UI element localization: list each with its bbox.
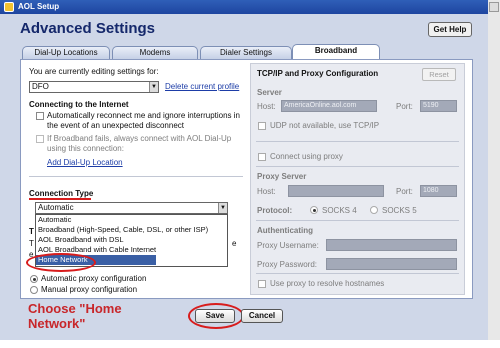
- udp-checkbox[interactable]: [258, 122, 266, 130]
- auto-proxy-radio[interactable]: [30, 275, 38, 283]
- resolve-hostnames-label: Use proxy to resolve hostnames: [270, 279, 385, 288]
- annotation-circle-save: [188, 303, 244, 329]
- connecting-heading: Connecting to the Internet: [29, 100, 129, 109]
- auto-reconnect-checkbox[interactable]: [36, 112, 44, 120]
- connection-type-heading: Connection Type: [29, 189, 94, 198]
- auto-reconnect-label-2: the event of an unexpected disconnect: [47, 121, 184, 130]
- tcpip-heading: TCP/IP and Proxy Configuration: [257, 69, 379, 78]
- close-icon[interactable]: [489, 2, 499, 12]
- proxy-port-label: Port:: [396, 187, 413, 196]
- hidden-partial-text: T: [29, 227, 34, 236]
- divider: [29, 176, 243, 177]
- title-bar: AOL Setup: [0, 0, 488, 14]
- aol-setup-window: AOL Setup Advanced Settings Get Help Dia…: [0, 0, 500, 348]
- delete-profile-link[interactable]: Delete current profile: [165, 82, 239, 91]
- proxy-password-input[interactable]: [326, 258, 457, 270]
- tab-broadband[interactable]: Broadband: [292, 44, 380, 60]
- background-window-edge: [488, 0, 500, 348]
- host-input[interactable]: AmericaOnline.aol.com: [281, 100, 377, 112]
- socks5-radio[interactable]: [370, 206, 378, 214]
- cancel-button[interactable]: Cancel: [241, 309, 283, 323]
- editing-label: You are currently editing settings for:: [29, 67, 159, 76]
- manual-proxy-label: Manual proxy configuration: [41, 285, 138, 294]
- socks4-label: SOCKS 4: [322, 206, 357, 215]
- connect-proxy-label: Connect using proxy: [270, 152, 343, 161]
- protocol-label: Protocol:: [257, 206, 293, 215]
- location-select[interactable]: DFO ▼: [29, 81, 159, 93]
- annotation-circle-home-network: [26, 253, 96, 272]
- window-title: AOL Setup: [18, 2, 60, 11]
- get-help-button[interactable]: Get Help: [428, 22, 472, 37]
- tab-dial-up-locations[interactable]: Dial-Up Locations: [22, 46, 110, 59]
- proxy-username-label: Proxy Username:: [257, 241, 319, 250]
- reset-button[interactable]: Reset: [422, 68, 456, 81]
- dropdown-option-automatic[interactable]: Automatic: [36, 215, 227, 225]
- background-page-strip: [0, 340, 500, 348]
- auto-proxy-label: Automatic proxy configuration: [41, 274, 147, 283]
- manual-proxy-radio[interactable]: [30, 286, 38, 294]
- aol-logo-icon: [4, 2, 14, 12]
- divider: [256, 273, 459, 274]
- connect-proxy-checkbox[interactable]: [258, 153, 266, 161]
- tab-dialer-settings[interactable]: Dialer Settings: [200, 46, 292, 59]
- fallback-label-2: using this connection:: [47, 144, 124, 153]
- hidden-partial-text: e: [232, 239, 237, 248]
- chevron-down-icon[interactable]: ▼: [149, 82, 158, 92]
- proxy-password-label: Proxy Password:: [257, 260, 318, 269]
- socks4-radio[interactable]: [310, 206, 318, 214]
- annotation-underline: [29, 198, 91, 200]
- udp-label: UDP not available, use TCP/IP: [270, 121, 380, 130]
- proxy-server-heading: Proxy Server: [257, 172, 307, 181]
- dropdown-option-broadband[interactable]: Broadband (High-Speed, Cable, DSL, or ot…: [36, 225, 227, 235]
- annotation-text-line-2: Network": [28, 316, 86, 331]
- divider: [256, 220, 459, 221]
- port-input[interactable]: 5190: [420, 100, 457, 112]
- chevron-down-icon[interactable]: ▼: [218, 203, 227, 213]
- server-heading: Server: [257, 88, 282, 97]
- fallback-dialup-checkbox[interactable]: [36, 135, 44, 143]
- auto-reconnect-label-1: Automatically reconnect me and ignore in…: [47, 111, 240, 120]
- dropdown-option-aol-dsl[interactable]: AOL Broadband with DSL: [36, 235, 227, 245]
- proxy-host-input[interactable]: [288, 185, 384, 197]
- tab-modems[interactable]: Modems: [112, 46, 198, 59]
- page-title: Advanced Settings: [20, 20, 156, 37]
- add-dialup-location-link[interactable]: Add Dial-Up Location: [47, 158, 123, 167]
- proxy-host-label: Host:: [257, 187, 276, 196]
- connection-type-select[interactable]: Automatic ▼: [35, 202, 228, 214]
- proxy-username-input[interactable]: [326, 239, 457, 251]
- proxy-port-input[interactable]: 1080: [420, 185, 457, 197]
- hidden-partial-text: T: [29, 239, 34, 248]
- port-label: Port:: [396, 102, 413, 111]
- fallback-label-1: If Broadband fails, always connect with …: [47, 134, 232, 143]
- resolve-hostnames-checkbox[interactable]: [258, 280, 266, 288]
- annotation-text-line-1: Choose "Home: [28, 301, 122, 316]
- divider: [256, 166, 459, 167]
- authenticating-heading: Authenticating: [257, 226, 313, 235]
- socks5-label: SOCKS 5: [382, 206, 417, 215]
- location-value: DFO: [32, 82, 49, 91]
- divider: [256, 141, 459, 142]
- host-label: Host:: [257, 102, 276, 111]
- connection-type-value: Automatic: [38, 203, 74, 212]
